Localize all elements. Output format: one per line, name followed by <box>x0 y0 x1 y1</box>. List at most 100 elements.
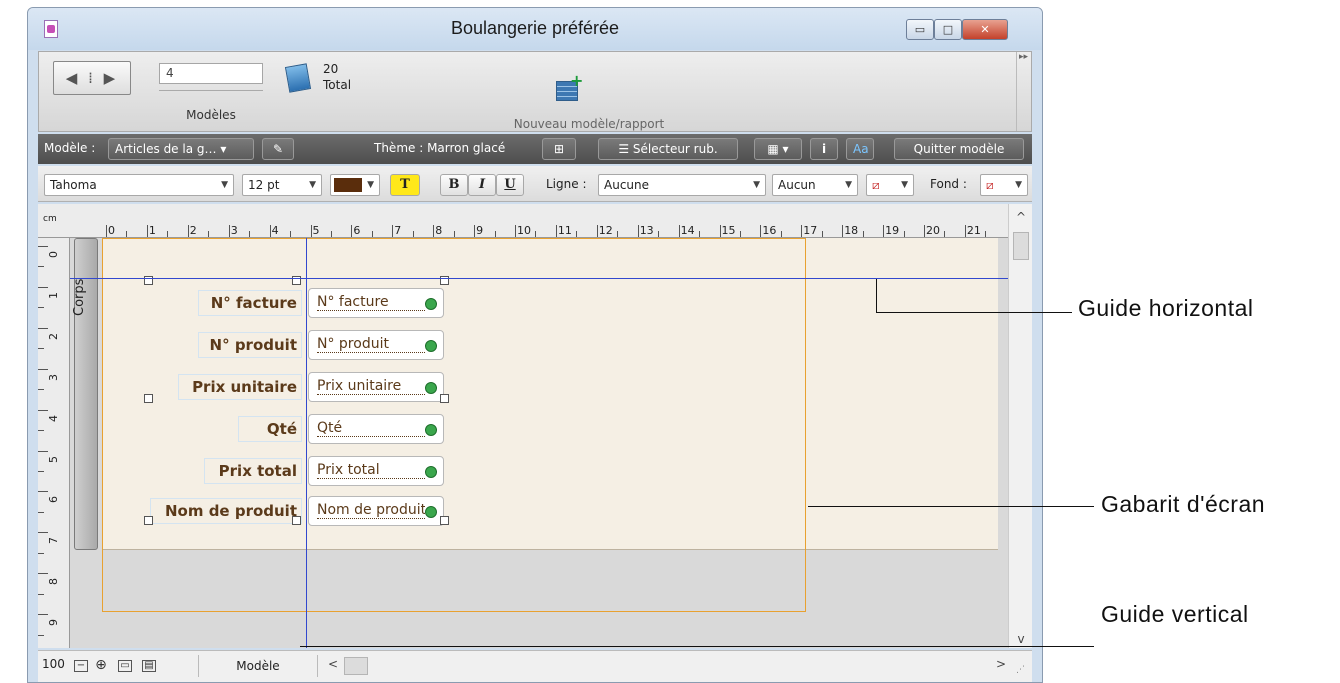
ruler-tick <box>964 225 966 237</box>
ruler-tick <box>596 225 598 237</box>
field-object[interactable]: N° produit <box>308 330 444 360</box>
scroll-down-icon[interactable]: v <box>1009 632 1033 646</box>
formatting-bar-toggle-icon[interactable]: ▤ <box>142 660 156 672</box>
callout-leader-screen-stencil <box>808 506 1094 507</box>
field-label[interactable]: Nom de produit <box>150 498 302 524</box>
field-label[interactable]: Prix total <box>204 458 302 484</box>
ruler-tick <box>38 246 48 247</box>
inspector-button[interactable]: i <box>810 138 838 160</box>
toolbar-overflow-scroll[interactable]: ▸▸ <box>1016 52 1030 131</box>
field-label[interactable]: Prix unitaire <box>178 374 302 400</box>
underline-button[interactable]: U <box>496 174 524 196</box>
field-object[interactable]: N° facture <box>308 288 444 318</box>
ruler-number: 8 <box>47 578 60 586</box>
font-size-selector[interactable]: 12 pt ▼ <box>242 174 322 196</box>
field-name: Prix unitaire <box>317 378 425 395</box>
ruler-tick <box>38 593 44 595</box>
field-name: N° facture <box>317 294 425 311</box>
selection-handle[interactable] <box>440 394 449 403</box>
current-record-input[interactable]: 4 <box>159 63 263 84</box>
minimize-button[interactable]: ▭ <box>906 19 934 40</box>
bold-button[interactable]: B <box>440 174 468 196</box>
ruler-number: 19 <box>885 224 900 237</box>
ruler-tick <box>678 225 680 237</box>
scroll-right-icon[interactable]: > <box>996 657 1006 671</box>
record-slider[interactable] <box>159 90 263 93</box>
total-records-icon <box>284 63 312 93</box>
layout-selector[interactable]: Articles de la g… ▾ <box>108 138 254 160</box>
book-navigation-control[interactable]: ◀ ⁞ ▶ <box>53 61 131 95</box>
field-picker-button[interactable]: ☰ Sélecteur rub. <box>598 138 738 160</box>
maximize-button[interactable]: □ <box>934 19 962 40</box>
ruler-number: 16 <box>762 224 777 237</box>
vertical-guide[interactable] <box>306 238 307 648</box>
line-style-selector[interactable]: Aucune ▼ <box>598 174 766 196</box>
field-label[interactable]: Qté <box>238 416 302 442</box>
ruler-tick <box>38 614 48 616</box>
status-toolbar: ◀ ⁞ ▶ 4 Modèles 20 Total + Nouveau modèl… <box>38 51 1032 132</box>
info-icon: i <box>821 142 827 156</box>
chevron-down-icon: ▼ <box>901 180 908 190</box>
font-selector[interactable]: Tahoma ▼ <box>44 174 234 196</box>
zoom-out-icon[interactable]: − <box>74 660 88 672</box>
text-color-picker[interactable]: ▼ <box>330 174 380 196</box>
horizontal-guide[interactable] <box>70 278 1008 279</box>
text-color-swatch <box>334 178 362 192</box>
manage-themes-button[interactable]: ⊞ <box>542 138 576 160</box>
ruler-tick <box>38 430 44 432</box>
ruler-number: 0 <box>108 224 115 237</box>
selection-handle[interactable] <box>144 516 153 525</box>
edit-layout-name-button[interactable]: ✎ <box>262 138 294 160</box>
selection-handle[interactable] <box>292 516 301 525</box>
field-object[interactable]: Prix total <box>308 456 444 486</box>
line-width-selector[interactable]: Aucun ▼ <box>772 174 858 196</box>
field-label[interactable]: N° produit <box>198 332 302 358</box>
scroll-left-icon[interactable]: < <box>328 657 338 671</box>
horizontal-scroll-thumb[interactable] <box>344 657 368 675</box>
ruler-tick <box>617 231 619 237</box>
ruler-tick <box>883 225 885 237</box>
toolbar-toggle-icon[interactable]: ▭ <box>118 660 132 672</box>
field-picker-icon: ☰ <box>618 142 633 156</box>
ruler-number: 7 <box>47 537 60 545</box>
scroll-thumb[interactable] <box>1013 232 1029 260</box>
selection-handle[interactable] <box>440 516 449 525</box>
ruler-number: 13 <box>639 224 654 237</box>
vertical-scrollbar[interactable]: ^ v <box>1008 204 1032 648</box>
line-width-value: Aucun <box>778 178 816 192</box>
ruler-tick <box>862 231 864 237</box>
selection-handle[interactable] <box>144 394 153 403</box>
zoom-level[interactable]: 100 <box>42 657 65 671</box>
ruler-tick <box>658 231 660 237</box>
ruler-number: 3 <box>47 373 60 381</box>
highlight-button[interactable]: T <box>390 174 420 196</box>
mode-label[interactable]: Modèle <box>198 655 318 677</box>
field-object[interactable]: Nom de produit <box>308 496 444 526</box>
font-size: 12 pt <box>248 178 280 192</box>
magnifier-icon <box>425 382 437 394</box>
scroll-up-icon[interactable]: ^ <box>1009 210 1033 224</box>
format-painter-button[interactable]: Aa <box>846 138 874 160</box>
layout-label: Modèle : <box>44 141 96 155</box>
ruler-number: 2 <box>47 332 60 340</box>
fill-color-picker[interactable]: ⧄ ▼ <box>980 174 1028 196</box>
title-bar[interactable]: Boulangerie préférée ▭ □ ✕ <box>28 8 1042 50</box>
ruler-tick <box>739 231 741 237</box>
ruler-tick <box>208 231 210 237</box>
line-color-picker[interactable]: ⧄ ▼ <box>866 174 914 196</box>
ruler-number: 17 <box>803 224 818 237</box>
zoom-in-icon[interactable]: ⊕ <box>94 658 108 672</box>
resize-grip-icon[interactable]: ⋰ <box>1016 665 1025 675</box>
close-button[interactable]: ✕ <box>962 19 1008 40</box>
italic-button[interactable]: I <box>468 174 496 196</box>
field-object[interactable]: Qté <box>308 414 444 444</box>
exit-layout-button[interactable]: Quitter modèle <box>894 138 1024 160</box>
new-layout-label[interactable]: Nouveau modèle/rapport <box>469 117 709 131</box>
ruler-number: 18 <box>844 224 859 237</box>
ruler-tick <box>330 231 332 237</box>
field-label[interactable]: N° facture <box>198 290 302 316</box>
callout-vertical-guide: Guide vertical <box>1101 601 1249 627</box>
ruler-tick <box>433 225 435 237</box>
tool-palette-dropdown[interactable]: ▦ ▾ <box>754 138 802 160</box>
field-object[interactable]: Prix unitaire <box>308 372 444 402</box>
